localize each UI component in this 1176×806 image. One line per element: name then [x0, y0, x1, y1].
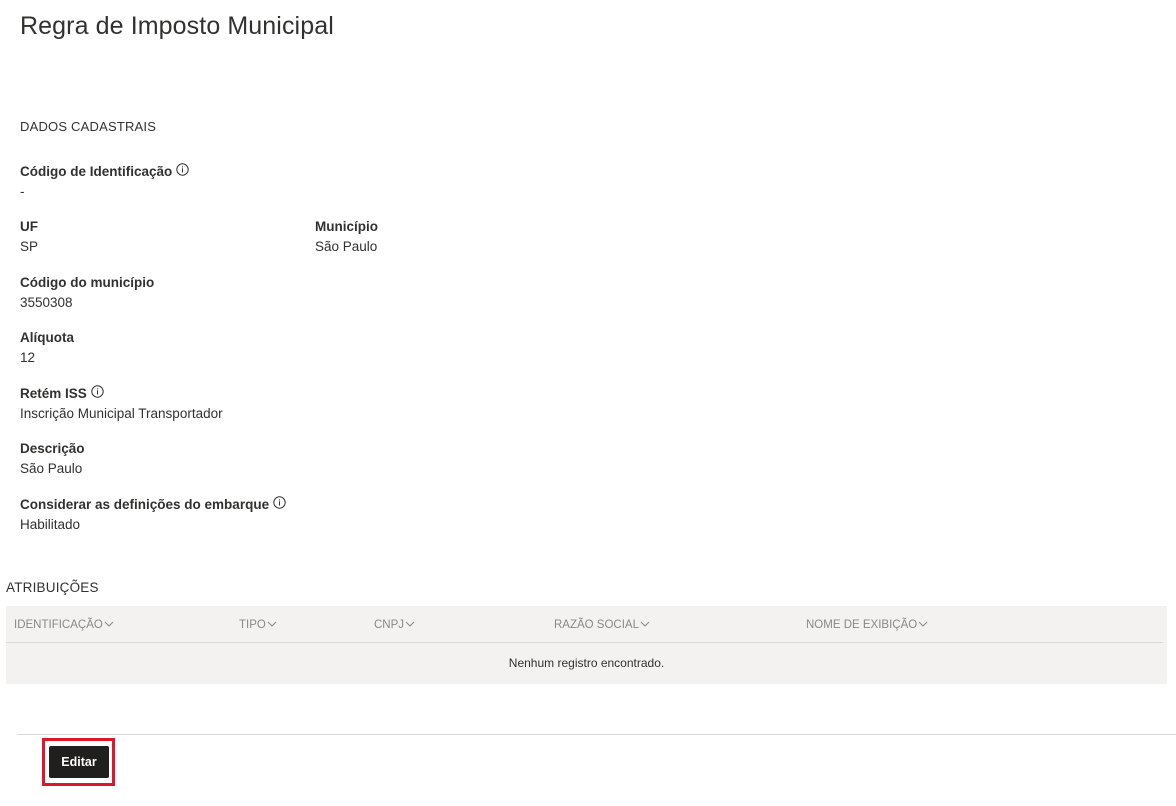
column-header-label: RAZÃO SOCIAL	[554, 619, 639, 631]
field-label-container: Considerar as definições do embarque	[20, 495, 286, 513]
field-label-container: Retém ISS	[20, 384, 223, 402]
field-value: Habilitado	[20, 517, 81, 532]
field-label: Retém ISS	[20, 385, 87, 401]
chevron-down-icon	[640, 619, 650, 631]
field-considerar-embarque: Considerar as definições do embarque Hab…	[20, 495, 286, 534]
info-icon[interactable]	[91, 384, 104, 398]
field-codigo-identificacao: Código de Identificação -	[20, 162, 189, 201]
field-label: Considerar as definições do embarque	[20, 496, 270, 512]
field-codigo-municipio: Código do município 3550308	[20, 273, 154, 312]
field-value: Inscrição Municipal Transportador	[20, 406, 223, 421]
field-label: Descrição	[20, 440, 85, 456]
chevron-down-icon	[918, 619, 928, 631]
column-header-nome-exibicao[interactable]: NOME DE EXIBIÇÃO	[806, 619, 928, 631]
chevron-down-icon	[104, 619, 114, 631]
field-label: Alíquota	[20, 329, 74, 345]
field-label-container: Código de Identificação	[20, 162, 189, 180]
table-header: IDENTIFICAÇÃO TIPO CNPJ RAZÃO SOCIAL NOM…	[6, 606, 1163, 643]
field-aliquota: Alíquota 12	[20, 328, 74, 367]
field-retem-iss: Retém ISS Inscrição Municipal Transporta…	[20, 384, 223, 423]
column-header-cnpj[interactable]: CNPJ	[374, 619, 415, 631]
info-icon[interactable]	[176, 162, 189, 176]
column-header-label: IDENTIFICAÇÃO	[14, 619, 103, 631]
field-label: UF	[20, 218, 38, 234]
column-header-label: CNPJ	[374, 619, 405, 631]
column-header-tipo[interactable]: TIPO	[239, 619, 277, 631]
column-header-identificacao[interactable]: IDENTIFICAÇÃO	[14, 619, 114, 631]
field-uf: UF SP	[20, 217, 38, 256]
field-label: Código de Identificação	[20, 163, 173, 179]
chevron-down-icon	[405, 619, 415, 631]
chevron-down-icon	[267, 619, 277, 631]
field-value: -	[20, 184, 25, 199]
page-title: Regra de Imposto Municipal	[20, 12, 334, 40]
column-header-razao-social[interactable]: RAZÃO SOCIAL	[554, 619, 650, 631]
atribuicoes-table: IDENTIFICAÇÃO TIPO CNPJ RAZÃO SOCIAL NOM…	[6, 606, 1167, 684]
edit-button[interactable]: Editar	[49, 746, 109, 778]
info-icon[interactable]	[273, 495, 286, 509]
field-value: São Paulo	[20, 461, 83, 476]
field-label: Município	[315, 218, 378, 234]
field-value: São Paulo	[315, 239, 378, 254]
field-value: SP	[20, 239, 39, 254]
field-value: 3550308	[20, 295, 73, 310]
field-value: 12	[20, 350, 36, 365]
section-title-atribuicoes: ATRIBUIÇÕES	[6, 580, 99, 595]
field-municipio: Município São Paulo	[315, 217, 378, 256]
footer-divider	[17, 734, 1176, 735]
section-title-dados-cadastrais: DADOS CADASTRAIS	[20, 119, 157, 134]
empty-message: Nenhum registro encontrado.	[508, 656, 665, 670]
field-label: Código do município	[20, 274, 155, 290]
field-descricao: Descrição São Paulo	[20, 439, 85, 478]
column-header-label: NOME DE EXIBIÇÃO	[806, 619, 918, 631]
column-header-label: TIPO	[239, 619, 266, 631]
